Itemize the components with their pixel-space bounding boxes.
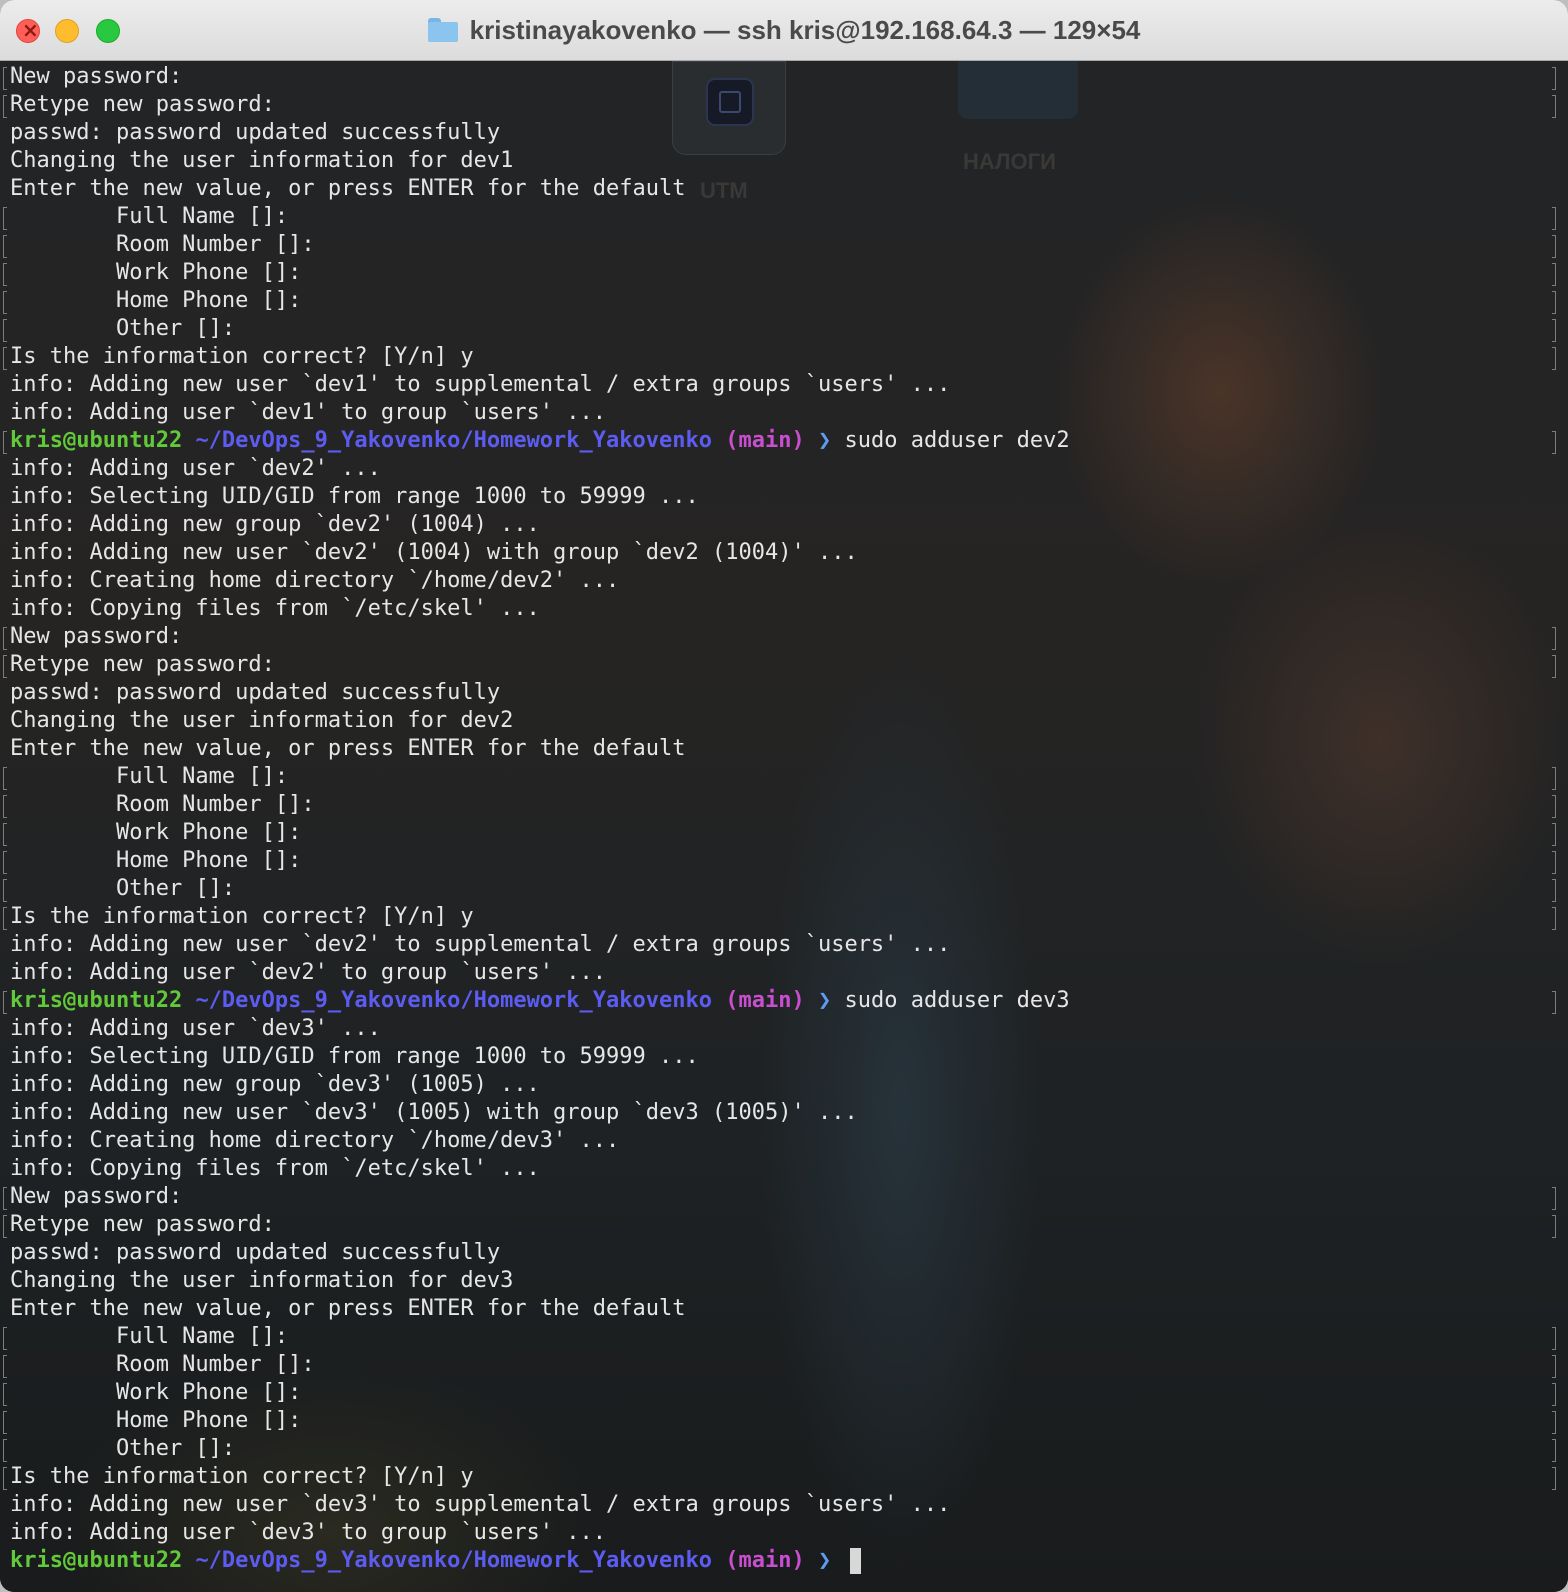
prompt-line: kris@ubuntu22 ~/DevOps_9_Yakovenko/Homew…: [3, 427, 1556, 455]
prompt-arrow-icon: ❯: [817, 428, 832, 453]
output-line: Is the information correct? [Y/n] y: [3, 903, 1556, 931]
output-line: Room Number []:: [3, 231, 1556, 259]
output-line: New password:: [3, 623, 1556, 651]
output-line: info: Adding new user `dev3' (1005) with…: [10, 1100, 858, 1125]
folder-icon: [427, 18, 458, 42]
output-line: Full Name []:: [3, 203, 1556, 231]
output-line: Room Number []:: [3, 1351, 1556, 1379]
prompt-path: ~/DevOps_9_Yakovenko/Homework_Yakovenko: [195, 988, 712, 1013]
output-line: info: Adding user `dev2' ...: [10, 456, 381, 481]
output-line: New password:: [3, 1183, 1556, 1211]
prompt-user-host: kris@ubuntu22: [10, 1548, 183, 1573]
output-line: passwd: password updated successfully: [10, 680, 501, 705]
output-line: Retype new password:: [3, 91, 1556, 119]
output-line: Retype new password:: [3, 1211, 1556, 1239]
prompt-arrow-icon: ❯: [817, 1548, 832, 1573]
output-line: Is the information correct? [Y/n] y: [3, 343, 1556, 371]
output-line: info: Adding new user `dev2' (1004) with…: [10, 540, 858, 565]
output-line: info: Adding user `dev3' to group `users…: [10, 1520, 607, 1545]
prompt-line: kris@ubuntu22 ~/DevOps_9_Yakovenko/Homew…: [10, 1547, 1556, 1575]
window-title: kristinayakovenko — ssh kris@192.168.64.…: [469, 14, 1141, 45]
prompt-path: ~/DevOps_9_Yakovenko/Homework_Yakovenko: [195, 1548, 712, 1573]
output-line: info: Creating home directory `/home/dev…: [10, 568, 620, 593]
command-text: sudo adduser dev3: [844, 988, 1070, 1013]
output-line: Other []:: [3, 875, 1556, 903]
prompt-line: kris@ubuntu22 ~/DevOps_9_Yakovenko/Homew…: [3, 987, 1556, 1015]
prompt-branch: (main): [725, 988, 805, 1013]
terminal-output: New password: Retype new password: passwd:…: [3, 63, 1556, 1575]
output-line: Home Phone []:: [3, 1407, 1556, 1435]
output-line: info: Selecting UID/GID from range 1000 …: [10, 484, 699, 509]
prompt-arrow-icon: ❯: [817, 988, 832, 1013]
output-line: Changing the user information for dev3: [10, 1268, 514, 1293]
title-wrap: kristinayakovenko — ssh kris@192.168.64.…: [0, 12, 1568, 48]
terminal-content[interactable]: UTM НАЛОГИ New password: Retype new passw…: [0, 61, 1568, 1592]
output-line: Is the information correct? [Y/n] y: [3, 1463, 1556, 1491]
output-line: info: Adding user `dev3' ...: [10, 1016, 381, 1041]
output-line: Work Phone []:: [3, 819, 1556, 847]
prompt-branch: (main): [725, 428, 805, 453]
text-cursor[interactable]: [850, 1548, 862, 1574]
prompt-branch: (main): [725, 1548, 805, 1573]
output-line: Full Name []:: [3, 1323, 1556, 1351]
output-line: info: Selecting UID/GID from range 1000 …: [10, 1044, 699, 1069]
output-line: info: Adding new user `dev1' to suppleme…: [10, 372, 951, 397]
command-text: sudo adduser dev2: [844, 428, 1070, 453]
output-line: Home Phone []:: [3, 287, 1556, 315]
title-bar[interactable]: kristinayakovenko — ssh kris@192.168.64.…: [0, 0, 1568, 61]
output-line: passwd: password updated successfully: [10, 120, 501, 145]
output-line: Changing the user information for dev2: [10, 708, 514, 733]
output-line: Work Phone []:: [3, 1379, 1556, 1407]
prompt-user-host: kris@ubuntu22: [10, 988, 183, 1013]
output-line: Changing the user information for dev1: [10, 148, 514, 173]
output-line: Enter the new value, or press ENTER for …: [10, 736, 686, 761]
output-line: passwd: password updated successfully: [10, 1240, 501, 1265]
output-line: Other []:: [3, 1435, 1556, 1463]
terminal-window: kristinayakovenko — ssh kris@192.168.64.…: [0, 0, 1568, 1592]
output-line: info: Adding new user `dev2' to suppleme…: [10, 932, 951, 957]
prompt-user-host: kris@ubuntu22: [10, 428, 183, 453]
output-line: info: Adding new user `dev3' to suppleme…: [10, 1492, 951, 1517]
output-line: info: Copying files from `/etc/skel' ...: [10, 1156, 540, 1181]
output-line: New password:: [3, 63, 1556, 91]
output-line: Full Name []:: [3, 763, 1556, 791]
output-line: Home Phone []:: [3, 847, 1556, 875]
output-line: info: Copying files from `/etc/skel' ...: [10, 596, 540, 621]
output-line: Enter the new value, or press ENTER for …: [10, 176, 686, 201]
output-line: Work Phone []:: [3, 259, 1556, 287]
output-line: Room Number []:: [3, 791, 1556, 819]
output-line: info: Adding new group `dev2' (1004) ...: [10, 512, 540, 537]
output-line: info: Adding user `dev2' to group `users…: [10, 960, 607, 985]
output-line: Other []:: [3, 315, 1556, 343]
output-line: info: Creating home directory `/home/dev…: [10, 1128, 620, 1153]
output-line: info: Adding user `dev1' to group `users…: [10, 400, 607, 425]
prompt-path: ~/DevOps_9_Yakovenko/Homework_Yakovenko: [195, 428, 712, 453]
output-line: info: Adding new group `dev3' (1005) ...: [10, 1072, 540, 1097]
output-line: Retype new password:: [3, 651, 1556, 679]
output-line: Enter the new value, or press ENTER for …: [10, 1296, 686, 1321]
